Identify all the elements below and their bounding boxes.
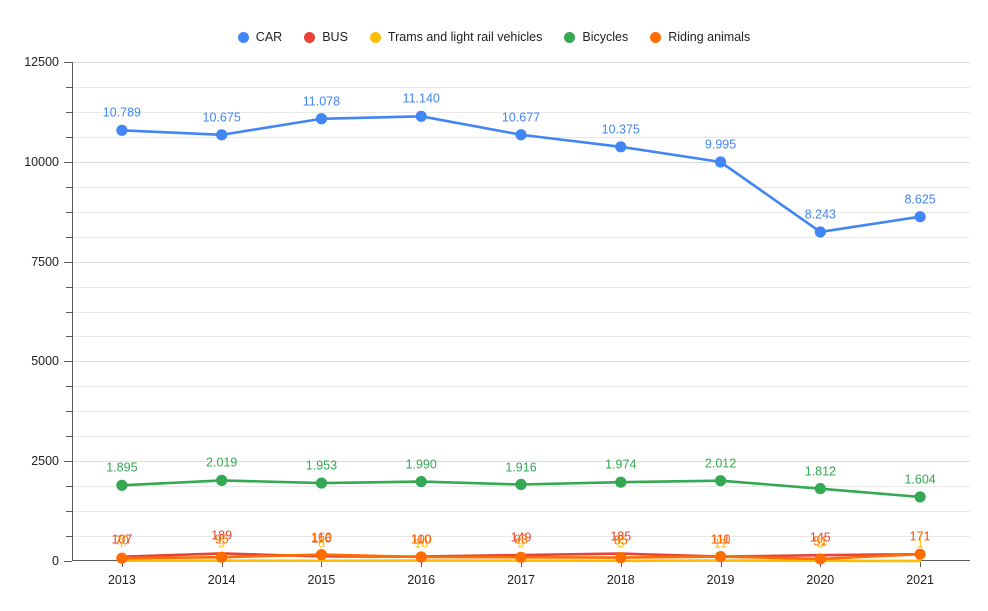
chart-legend: CAR BUS Trams and light rail vehicles Bicyc…: [0, 26, 988, 48]
x-axis-label: 2016: [407, 573, 436, 587]
data-point-marker[interactable]: [714, 551, 727, 563]
data-point-marker[interactable]: [914, 548, 926, 560]
data-point-marker[interactable]: [315, 113, 328, 125]
y-axis-label: 0: [52, 554, 59, 568]
data-point-marker[interactable]: [116, 479, 128, 491]
data-point-marker[interactable]: [315, 549, 328, 561]
data-point-marker[interactable]: [315, 477, 328, 489]
data-point-marker[interactable]: [415, 110, 427, 122]
x-axis-label: 2014: [207, 573, 236, 587]
series-car: [116, 110, 926, 238]
x-axis-label: 2013: [107, 573, 136, 587]
y-tick: [64, 261, 72, 263]
data-point-marker[interactable]: [216, 129, 228, 141]
y-tick: [64, 461, 72, 463]
legend-label: Bicycles: [582, 29, 629, 44]
data-point-marker[interactable]: [615, 552, 627, 564]
data-point-marker[interactable]: [615, 476, 627, 488]
legend-swatch-icon: [369, 31, 381, 43]
plot-area: 0 2500 5000 7500 10000 12500 2013 2014 2015 2016…: [24, 55, 970, 587]
data-point-marker[interactable]: [116, 552, 128, 564]
y-tick: [64, 62, 72, 63]
legend-item-car[interactable]: CAR: [237, 29, 283, 44]
legend-swatch-icon: [304, 31, 316, 43]
y-axis-label: 10000: [24, 154, 59, 169]
legend-swatch-icon: [650, 31, 662, 43]
data-point-marker[interactable]: [515, 478, 527, 491]
data-point-marker[interactable]: [515, 551, 527, 563]
legend-swatch-icon: [237, 31, 249, 43]
legend-label: Trams and light rail vehicles: [387, 29, 543, 44]
data-point-marker[interactable]: [814, 553, 826, 565]
legend-item-trams-and-light-rail-vehicles[interactable]: Trams and light rail vehicles: [369, 29, 543, 44]
data-point-marker[interactable]: [714, 156, 727, 168]
y-axis-label: 5000: [31, 354, 59, 369]
x-axis-label: 2021: [906, 573, 935, 587]
data-point-marker[interactable]: [814, 226, 826, 238]
y-tick: [64, 161, 72, 163]
x-axis-label: 2015: [307, 573, 336, 587]
x-axis-label: 2020: [806, 573, 835, 587]
data-point-marker[interactable]: [914, 211, 926, 223]
legend-swatch-icon: [564, 31, 576, 43]
y-axis-label: 7500: [31, 254, 59, 269]
data-point-marker[interactable]: [814, 483, 826, 495]
x-axis-label: 2019: [706, 573, 735, 587]
data-point-marker[interactable]: [216, 551, 228, 563]
legend-label: CAR: [255, 29, 283, 44]
series-layer: [116, 110, 926, 565]
data-point-marker[interactable]: [116, 124, 128, 136]
y-tick: [64, 561, 72, 562]
y-axis-label: 12500: [24, 55, 59, 69]
data-point-marker[interactable]: [615, 141, 627, 153]
data-point-marker[interactable]: [216, 474, 228, 486]
series-bicycles: [116, 474, 926, 503]
data-point-marker[interactable]: [515, 129, 527, 141]
legend-item-bicycles[interactable]: Bicycles: [564, 31, 628, 44]
x-axis-label: 2017: [507, 573, 535, 587]
data-point-marker[interactable]: [415, 475, 427, 488]
legend-item-riding-animals[interactable]: Riding animals: [650, 31, 750, 44]
legend-label: BUS: [322, 29, 348, 44]
legend-label: Riding animals: [668, 29, 751, 44]
data-point-marker[interactable]: [714, 475, 727, 487]
x-axis-label: 2018: [606, 573, 635, 587]
data-point-marker[interactable]: [415, 551, 427, 563]
y-tick: [64, 361, 72, 363]
line-chart: CAR BUS Trams and light rail vehicles Bicyc…: [0, 0, 988, 611]
data-point-marker[interactable]: [914, 491, 926, 503]
y-axis-label: 2500: [31, 454, 59, 469]
legend-item-bus[interactable]: BUS: [304, 31, 348, 44]
